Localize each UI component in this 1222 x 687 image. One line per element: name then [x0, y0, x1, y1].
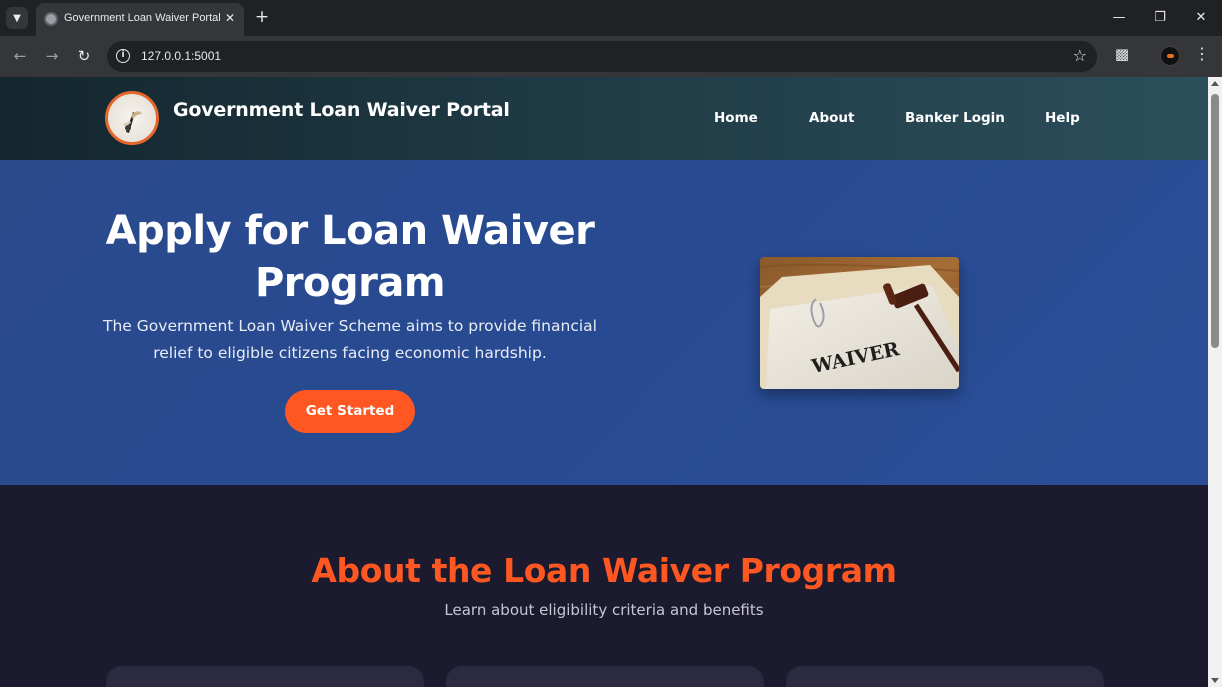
- scales-icon: [123, 111, 142, 133]
- extensions-icon[interactable]: ▩: [1112, 45, 1132, 67]
- about-title: About the Loan Waiver Program: [311, 551, 897, 590]
- tab-list-chevron-icon[interactable]: ▼: [6, 7, 28, 29]
- hero-description: The Government Loan Waiver Scheme aims t…: [90, 313, 610, 367]
- hero-description-line1: The Government Loan Waiver Scheme aims t…: [103, 317, 597, 335]
- hero-title-line1: Apply for Loan Waiver: [105, 208, 595, 254]
- close-tab-icon[interactable]: ✕: [222, 10, 238, 26]
- nav-about[interactable]: About: [809, 110, 854, 126]
- browser-toolbar: ← → ↻ i 127.0.0.1:5001 ☆ ▩ ⋮: [0, 36, 1222, 77]
- page-scrollbar[interactable]: [1208, 77, 1222, 687]
- about-card: [446, 666, 764, 687]
- about-card: [786, 666, 1104, 687]
- bookmark-star-icon[interactable]: ☆: [1073, 46, 1087, 65]
- nav-help[interactable]: Help: [1045, 110, 1080, 126]
- restore-icon[interactable]: ❐: [1145, 6, 1175, 30]
- minimize-icon[interactable]: —: [1104, 6, 1134, 30]
- waiver-document-image: WAIVER: [760, 257, 959, 389]
- scroll-down-arrow-icon[interactable]: [1211, 678, 1219, 683]
- scrollbar-thumb[interactable]: [1211, 94, 1219, 348]
- about-section: About the Loan Waiver Program Learn abou…: [0, 485, 1208, 687]
- nav-banker-login[interactable]: Banker Login: [905, 110, 1005, 126]
- about-card: [106, 666, 424, 687]
- page-viewport: Government Loan Waiver Portal Home About…: [0, 77, 1208, 687]
- site-info-icon[interactable]: i: [116, 49, 130, 63]
- new-tab-icon[interactable]: +: [252, 7, 272, 27]
- site-header: Government Loan Waiver Portal Home About…: [0, 77, 1208, 160]
- hero-section: Apply for Loan Waiver Program The Govern…: [0, 160, 1208, 485]
- scroll-up-arrow-icon[interactable]: [1211, 81, 1219, 86]
- browser-tab-strip: ▼ Government Loan Waiver Portal ✕ + — ❐ …: [0, 0, 1222, 36]
- site-logo[interactable]: [105, 91, 159, 145]
- url-text[interactable]: 127.0.0.1:5001: [141, 49, 221, 63]
- forward-icon[interactable]: →: [40, 44, 64, 68]
- hero-title-line2: Program: [254, 260, 446, 306]
- about-subtitle: Learn about eligibility criteria and ben…: [444, 601, 764, 619]
- hero-description-line2: relief to eligible citizens facing econo…: [153, 344, 547, 362]
- nav-home[interactable]: Home: [714, 110, 758, 126]
- reload-icon[interactable]: ↻: [72, 44, 96, 68]
- hero-title: Apply for Loan Waiver Program: [90, 205, 610, 309]
- get-started-button[interactable]: Get Started: [285, 390, 415, 433]
- address-bar[interactable]: i 127.0.0.1:5001 ☆: [107, 41, 1097, 72]
- profile-avatar-icon[interactable]: [1160, 46, 1180, 66]
- window-close-icon[interactable]: ✕: [1186, 6, 1216, 30]
- browser-tab[interactable]: Government Loan Waiver Portal ✕: [36, 3, 244, 36]
- tab-title: Government Loan Waiver Portal: [64, 12, 221, 24]
- globe-icon: [44, 12, 58, 26]
- site-title[interactable]: Government Loan Waiver Portal: [173, 99, 510, 121]
- browser-menu-icon[interactable]: ⋮: [1192, 44, 1212, 68]
- back-icon[interactable]: ←: [8, 44, 32, 68]
